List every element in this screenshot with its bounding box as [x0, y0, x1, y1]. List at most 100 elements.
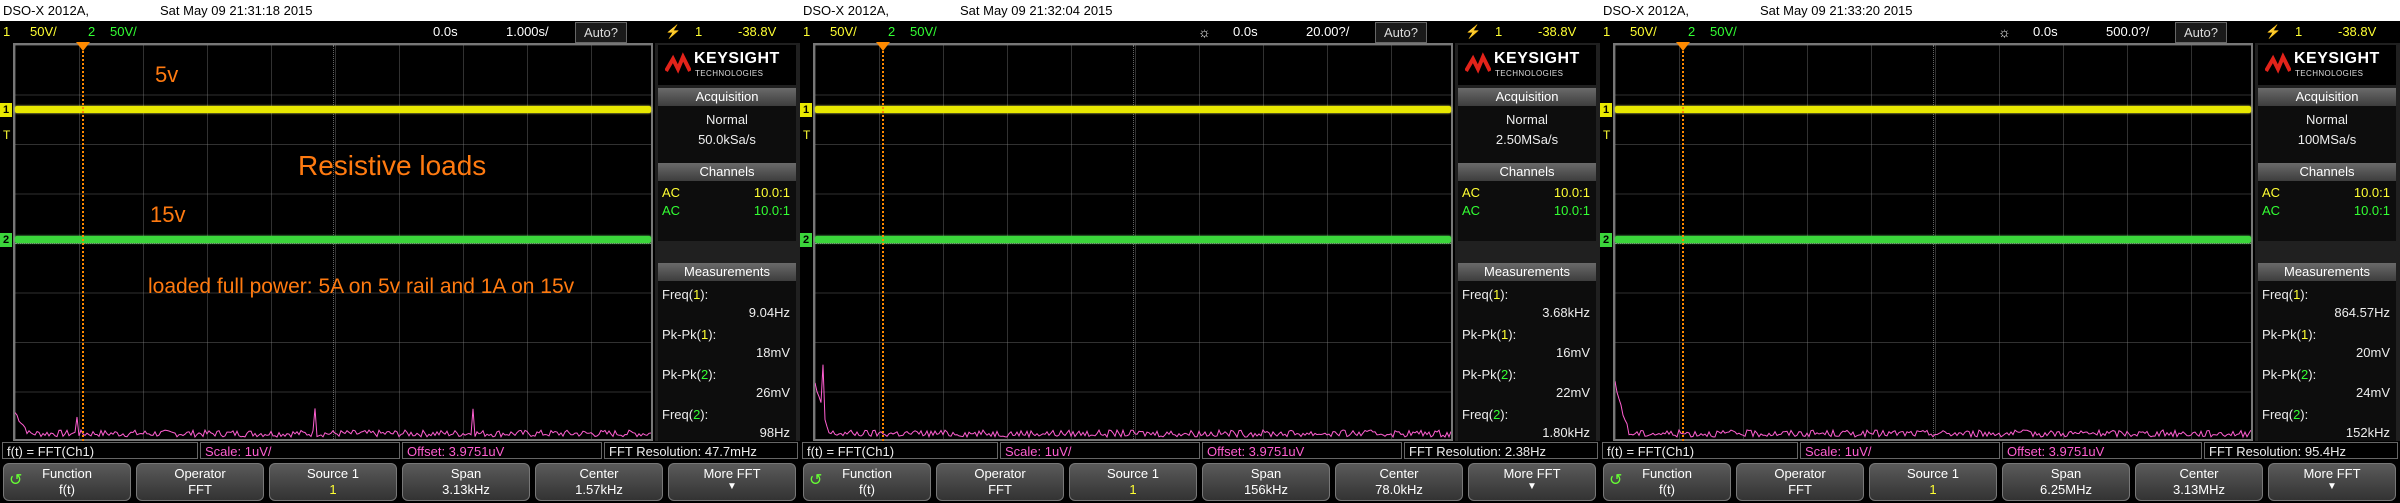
time-per-div[interactable]: 1.000s/	[506, 24, 549, 39]
softkey-label: Span	[450, 466, 482, 481]
softkey-function[interactable]: ↺ Function f(t)	[3, 463, 131, 501]
sample-rate: 100MSa/s	[2297, 132, 2357, 147]
trigger-level-marker[interactable]: T	[3, 128, 10, 142]
measurement-value: 3.68kHz	[1542, 305, 1590, 320]
fft-offset: Offset: 3.9751uV	[1202, 442, 1402, 459]
ch2-ground-marker[interactable]: 2	[800, 233, 812, 247]
ch1-coupling: AC	[662, 185, 681, 200]
softkey-more-fft[interactable]: More FFT ▼	[2268, 463, 2396, 501]
ch1-ground-marker[interactable]: 1	[0, 103, 12, 117]
softkey-function[interactable]: ↺ Function f(t)	[1603, 463, 1731, 501]
ch1-ground-marker[interactable]: 1	[1600, 103, 1612, 117]
fft-status-line: f(t) = FFT(Ch1) Scale: 1uV/ Offset: 3.97…	[1600, 441, 2400, 461]
time-per-div[interactable]: 500.0?/	[2106, 24, 2149, 39]
acquisition-header[interactable]: Acquisition	[2258, 88, 2396, 106]
fft-function-label: f(t) = FFT(Ch1)	[2, 442, 198, 459]
ch2-scale[interactable]: 50V/	[110, 24, 137, 39]
horizontal-position[interactable]: 0.0s	[2033, 24, 2058, 39]
ch1-number[interactable]: 1	[3, 24, 10, 39]
trigger-mode-button[interactable]: Auto?	[1375, 22, 1427, 43]
softkey-operator[interactable]: Operator FFT	[1736, 463, 1864, 501]
measurement-close: ):	[708, 367, 717, 382]
ch1-ground-marker[interactable]: 1	[800, 103, 812, 117]
softkey-more-fft[interactable]: More FFT ▼	[1468, 463, 1596, 501]
softkey-value: 1	[1129, 482, 1137, 497]
softkey-label: More FFT	[1503, 466, 1561, 481]
trigger-mode-button[interactable]: Auto?	[2175, 22, 2227, 43]
ch1-number[interactable]: 1	[803, 24, 810, 39]
acquisition-header[interactable]: Acquisition	[658, 88, 796, 106]
measurement-close: ):	[700, 287, 709, 302]
horizontal-position[interactable]: 0.0s	[433, 24, 458, 39]
measurements-header[interactable]: Measurements	[1458, 263, 1596, 281]
ch2-coupling: AC	[1462, 203, 1481, 218]
softkey-source-1[interactable]: Source 11	[1869, 463, 1997, 501]
measurements-header[interactable]: Measurements	[2258, 263, 2396, 281]
ch1-scale[interactable]: 50V/	[1630, 24, 1657, 39]
softkey-operator[interactable]: Operator FFT	[936, 463, 1064, 501]
trigger-level-marker[interactable]: T	[803, 128, 810, 142]
measurement-name: Pk-Pk(	[2262, 327, 2301, 342]
horizontal-position[interactable]: 0.0s	[1233, 24, 1258, 39]
softkey-source-1[interactable]: Source 11	[269, 463, 397, 501]
ch2-scale[interactable]: 50V/	[910, 24, 937, 39]
softkey-span[interactable]: Span 3.13kHz	[402, 463, 530, 501]
softkey-label: Span	[2050, 466, 2082, 481]
trigger-position-marker[interactable]	[76, 42, 90, 51]
ch2-number[interactable]: 2	[88, 24, 95, 39]
time-per-div[interactable]: 20.00?/	[1306, 24, 1349, 39]
ch2-number[interactable]: 2	[1688, 24, 1695, 39]
trigger-level[interactable]: -38.8V	[2338, 24, 2376, 39]
softkey-span[interactable]: Span 6.25MHz	[2002, 463, 2130, 501]
softkey-function[interactable]: ↺ Function f(t)	[803, 463, 931, 501]
timestamp: Sat May 09 21:32:04 2015	[960, 3, 1113, 18]
ch1-scale[interactable]: 50V/	[30, 24, 57, 39]
acquisition-header[interactable]: Acquisition	[1458, 88, 1596, 106]
softkey-center[interactable]: Center 1.57kHz	[535, 463, 663, 501]
measurement-value: 24mV	[2356, 385, 2390, 400]
brand-name: KEYSIGHT	[694, 50, 780, 67]
measurement-value: 18mV	[756, 345, 790, 360]
ch1-coupling: AC	[2262, 185, 2281, 200]
measurement-value: 1.80kHz	[1542, 425, 1590, 440]
trigger-position-marker[interactable]	[1676, 42, 1690, 51]
measurement-name: Pk-Pk(	[662, 327, 701, 342]
trigger-mode-button[interactable]: Auto?	[575, 22, 627, 43]
softkey-center[interactable]: Center 78.0kHz	[1335, 463, 1463, 501]
trigger-level[interactable]: -38.8V	[738, 24, 776, 39]
softkey-more-fft[interactable]: More FFT ▼	[668, 463, 796, 501]
acquisition-mode: Normal	[1506, 112, 1548, 127]
softkey-label: Center	[579, 466, 619, 481]
brand-logo: KEYSIGHT TECHNOLOGIES	[658, 45, 796, 85]
softkey-center[interactable]: Center 3.13MHz	[2135, 463, 2263, 501]
softkey-span[interactable]: Span 156kHz	[1202, 463, 1330, 501]
channels-header[interactable]: Channels	[1458, 163, 1596, 181]
softkey-bar: ↺ Function f(t) Operator FFT Source 1 1 Span 3.1…	[0, 461, 800, 503]
ch2-ground-marker[interactable]: 2	[0, 233, 12, 247]
trigger-position-marker[interactable]	[876, 42, 890, 51]
ch2-ground-marker[interactable]: 2	[1600, 233, 1612, 247]
measurement-name: Freq(	[662, 407, 694, 422]
measurements-header[interactable]: Measurements	[658, 263, 796, 281]
channels-body: AC 10.0:1 AC 10.0:1	[1458, 181, 1596, 241]
ch2-scale[interactable]: 50V/	[1710, 24, 1737, 39]
status-bar: 1 50V/ 2 50V/ ☼ 0.0s 20.00?/ Auto? ⚡ 1 -…	[800, 21, 1600, 43]
trigger-level[interactable]: -38.8V	[1538, 24, 1576, 39]
measurement-name: Freq(	[2262, 407, 2294, 422]
softkey-operator[interactable]: Operator FFT	[136, 463, 264, 501]
ch1-trace	[15, 106, 651, 113]
ch2-number[interactable]: 2	[888, 24, 895, 39]
measurement-close: ):	[2308, 327, 2317, 342]
settings-gear-icon: ☼	[1198, 24, 1211, 40]
ch1-number[interactable]: 1	[1603, 24, 1610, 39]
ch1-coupling: AC	[1462, 185, 1481, 200]
measurement-label: Freq(2):	[1462, 407, 1508, 422]
status-bar: 1 50V/ 2 50V/ ☼ 0.0s 500.0?/ Auto? ⚡ 1 -…	[1600, 21, 2400, 43]
fft-status-line: f(t) = FFT(Ch1) Scale: 1uV/ Offset: 3.97…	[0, 441, 800, 461]
channels-header[interactable]: Channels	[658, 163, 796, 181]
channels-header[interactable]: Channels	[2258, 163, 2396, 181]
softkey-source-1[interactable]: Source 11	[1069, 463, 1197, 501]
fft-math-trace	[815, 364, 1451, 439]
ch1-scale[interactable]: 50V/	[830, 24, 857, 39]
trigger-level-marker[interactable]: T	[1603, 128, 1610, 142]
